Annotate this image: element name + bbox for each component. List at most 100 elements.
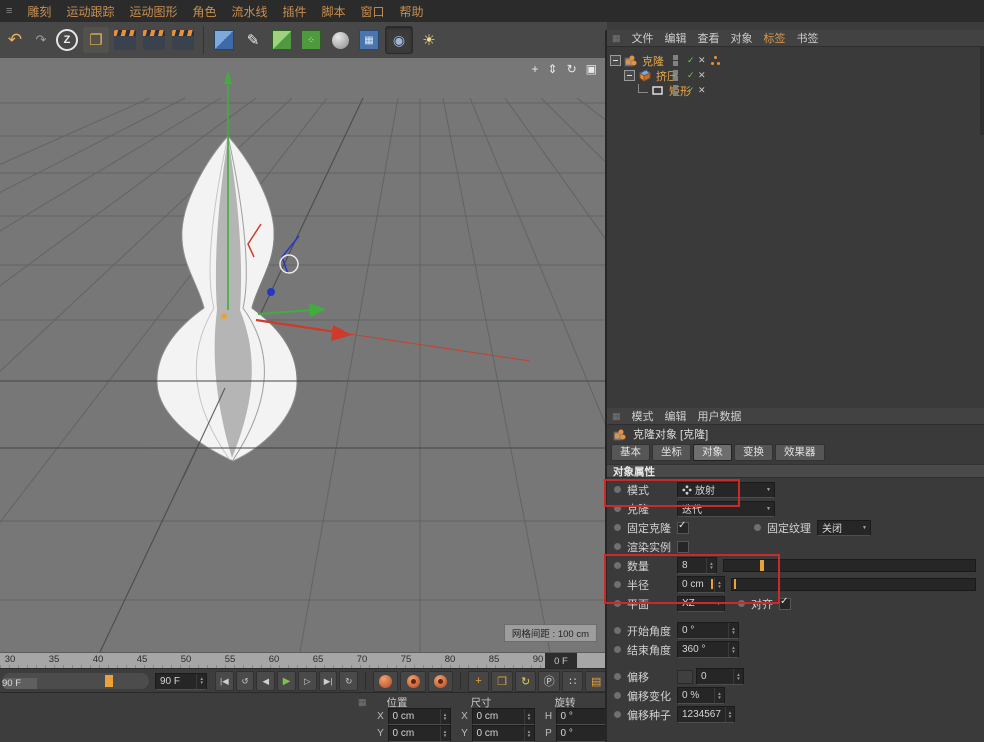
z-axis-arrowhead[interactable] <box>309 303 326 317</box>
anim-dot[interactable] <box>613 504 622 513</box>
viewport-toggle-icon[interactable]: ▣ <box>586 62 597 76</box>
redo-icon[interactable] <box>31 27 51 53</box>
anim-dot[interactable] <box>613 691 622 700</box>
offset-curve-button[interactable] <box>677 670 693 684</box>
y-axis-arrowhead[interactable] <box>224 71 232 84</box>
anim-dot[interactable] <box>737 599 746 608</box>
am-menu-userdata[interactable]: 用户数据 <box>698 408 742 424</box>
keyframe-rotation-toggle[interactable]: ↻ <box>515 671 537 692</box>
radius-slider[interactable] <box>731 578 976 591</box>
anim-dot[interactable] <box>613 561 622 570</box>
anim-dot[interactable] <box>613 626 622 635</box>
enabled-check-icon[interactable]: ✓ <box>687 85 695 96</box>
light-icon[interactable] <box>416 27 442 53</box>
menu-character[interactable]: 角色 <box>192 3 216 20</box>
stepper[interactable] <box>725 707 734 722</box>
enabled-check-icon[interactable]: ✓ <box>687 70 695 81</box>
end-frame-box[interactable]: 0 F <box>545 653 577 669</box>
menu-motion-tracking[interactable]: 运动跟踪 <box>66 3 114 20</box>
next-frame-button[interactable]: ▷ <box>298 671 317 691</box>
anim-dot[interactable] <box>753 523 762 532</box>
frame-range-slider[interactable]: 90 F <box>2 673 149 689</box>
anim-dot[interactable] <box>613 485 622 494</box>
prev-frame-button[interactable]: ◀ <box>256 671 275 691</box>
toggle-cross-icon[interactable]: ✕ <box>698 85 706 96</box>
om-menu-tags[interactable]: 标签 <box>764 30 786 46</box>
render-picture-viewer-button[interactable] <box>400 671 425 692</box>
count-field[interactable]: 8 <box>677 557 717 574</box>
stepper[interactable] <box>728 623 738 638</box>
loop-button[interactable]: ↻ <box>339 671 358 691</box>
anim-dot[interactable] <box>613 523 622 532</box>
slider-handle[interactable] <box>760 560 764 571</box>
enabled-check-icon[interactable]: ✓ <box>687 55 695 66</box>
keyframe-parameter-toggle[interactable]: Ⓟ <box>538 671 560 692</box>
toggle-cross-icon[interactable]: ✕ <box>698 55 706 66</box>
offset-seed-field[interactable]: 1234567 <box>677 706 735 723</box>
tab-effectors[interactable]: 效果器 <box>775 444 825 461</box>
stepper[interactable] <box>728 642 738 657</box>
menu-mograph[interactable]: 运动图形 <box>129 3 177 20</box>
viewport-rotate-icon[interactable]: ↻ <box>567 62 577 76</box>
offset-field[interactable]: 0 <box>696 668 744 685</box>
fix-texture-dropdown[interactable]: 关闭 <box>817 520 871 536</box>
am-menu-edit[interactable]: 编辑 <box>665 408 687 424</box>
anim-dot[interactable] <box>613 645 622 654</box>
timeline-ruler[interactable]: 30 35 40 45 50 55 60 65 70 75 80 85 90 0… <box>0 652 605 669</box>
x-axis-arrowhead[interactable] <box>331 325 352 341</box>
blue-handle-dot[interactable] <box>267 288 275 296</box>
cloner-icon[interactable] <box>624 54 637 67</box>
current-frame-field[interactable]: 90 F <box>155 673 207 690</box>
fix-clone-checkbox[interactable] <box>677 522 689 534</box>
om-menu-bookmarks[interactable]: 书签 <box>797 30 819 46</box>
tree-row-cloner[interactable]: 克隆 ✓ ✕ <box>607 53 984 68</box>
menu-pipeline[interactable]: 流水线 <box>231 3 267 20</box>
tab-coordinates[interactable]: 坐标 <box>652 444 691 461</box>
stepper[interactable] <box>440 709 450 724</box>
frame-range-handle[interactable] <box>105 675 113 687</box>
align-checkbox[interactable] <box>779 598 791 610</box>
anim-dot[interactable] <box>613 672 622 681</box>
stepper[interactable] <box>440 726 450 741</box>
tab-object[interactable]: 对象 <box>693 444 732 461</box>
position-x-field[interactable]: 0 cm <box>388 708 451 725</box>
frame-stepper[interactable] <box>196 674 206 689</box>
tree-row-rectangle[interactable]: 矩形 ✓ ✕ <box>607 83 984 98</box>
clapboard-icon-1[interactable] <box>112 27 138 53</box>
cast-icon[interactable] <box>83 27 109 53</box>
mograph-dots-icon[interactable] <box>711 56 721 66</box>
start-angle-field[interactable]: 0 ° <box>677 622 739 639</box>
metaball-icon[interactable] <box>327 27 353 53</box>
vase-model[interactable] <box>157 136 297 461</box>
array-icon[interactable]: ▦ <box>356 27 382 53</box>
anim-dot[interactable] <box>613 599 622 608</box>
play-button[interactable]: ▶ <box>277 671 296 691</box>
mograph-array-icon[interactable]: ⁘ <box>298 27 324 53</box>
panel-grip-icon[interactable]: ▦ <box>612 411 621 422</box>
pen-spline-icon[interactable] <box>240 27 266 53</box>
am-menu-mode[interactable]: 模式 <box>632 408 654 424</box>
origin-point[interactable] <box>221 313 227 319</box>
radius-field[interactable]: 0 cm <box>677 576 725 593</box>
clapboard-icon-3[interactable] <box>170 27 196 53</box>
viewport-zoom-icon[interactable]: ⇕ <box>548 62 558 76</box>
menu-script[interactable]: 脚本 <box>322 3 346 20</box>
keyframe-scale-toggle[interactable]: ❒ <box>491 671 513 692</box>
size-x-field[interactable]: 0 cm <box>472 708 535 725</box>
extrude-icon[interactable] <box>638 69 651 82</box>
edit-render-settings-button[interactable] <box>428 671 453 692</box>
goto-start-button[interactable]: |◀ <box>215 671 234 691</box>
tab-basic[interactable]: 基本 <box>611 444 650 461</box>
position-y-field[interactable]: 0 cm <box>388 725 451 742</box>
om-menu-edit[interactable]: 编辑 <box>665 30 687 46</box>
om-menu-objects[interactable]: 对象 <box>731 30 753 46</box>
om-menu-file[interactable]: 文件 <box>632 30 654 46</box>
stepper[interactable] <box>524 726 534 741</box>
size-y-field[interactable]: 0 cm <box>472 725 535 742</box>
stepper[interactable] <box>714 688 724 703</box>
stepper[interactable] <box>706 558 716 573</box>
stepper[interactable] <box>714 577 724 592</box>
menu-help[interactable]: 帮助 <box>400 3 424 20</box>
stepper[interactable] <box>524 709 534 724</box>
panel-grip-icon[interactable]: ▦ <box>612 33 621 44</box>
